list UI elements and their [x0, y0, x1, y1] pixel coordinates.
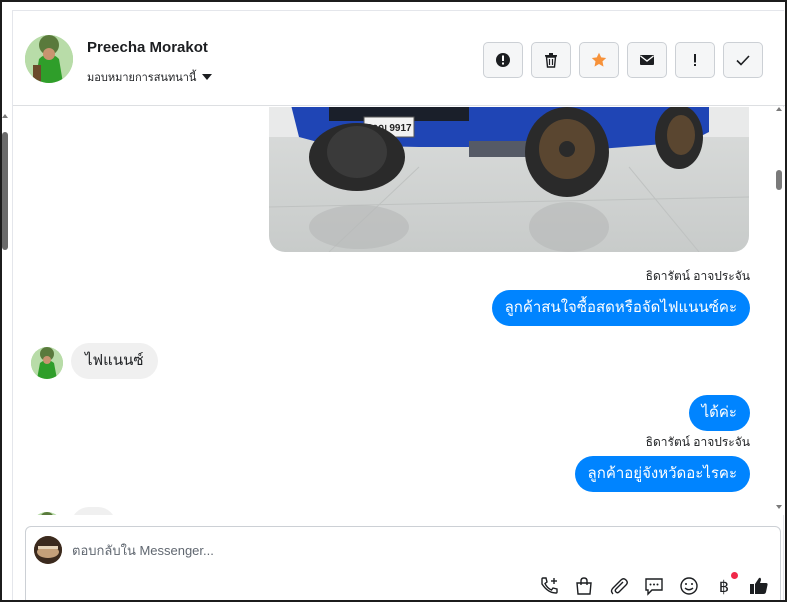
assign-label: มอบหมายการสนทนานี้ [87, 72, 197, 84]
message-thread[interactable]: 8กฌ 9917 ธิดารัตน์ อาจประจัน ลูกค้าสนใจซ… [13, 107, 785, 515]
incoming-message[interactable]: .... [71, 507, 116, 515]
delete-button[interactable] [531, 42, 571, 78]
payment-button[interactable]: ฿ [713, 572, 738, 597]
conversation-header: Preecha Morakot มอบหมายการสนทนานี้ [13, 11, 785, 106]
call-button[interactable] [538, 575, 560, 597]
outgoing-message[interactable]: ลูกค้าสนใจซื้อสดหรือจัดไฟแนนซ์คะ [491, 290, 750, 326]
incoming-message[interactable]: ไฟแนนซ์ [71, 343, 158, 379]
svg-text:฿: ฿ [719, 577, 729, 596]
conversation-panel: Preecha Morakot มอบหมายการสนทนานี้ 8กฌ 9… [12, 10, 785, 600]
checkmark-icon [736, 55, 750, 66]
smiley-icon [680, 577, 698, 595]
caret-down-icon [202, 74, 213, 80]
like-button[interactable] [748, 575, 770, 597]
emoji-button[interactable] [678, 575, 700, 597]
spam-button[interactable] [675, 42, 715, 78]
sender-name: ธิดารัตน์ อาจประจัน [645, 435, 750, 449]
chat-bubble-icon [645, 578, 663, 596]
alert-circle-icon [496, 53, 510, 67]
trash-icon [545, 53, 557, 68]
avatar[interactable] [25, 35, 73, 83]
header-actions [483, 42, 763, 78]
shopping-bag-icon [576, 577, 592, 595]
star-icon [591, 52, 607, 67]
thread-scrollbar[interactable] [775, 105, 783, 515]
avatar[interactable] [31, 347, 63, 379]
star-button[interactable] [579, 42, 619, 78]
reply-input[interactable] [72, 537, 632, 563]
assign-dropdown[interactable]: มอบหมายการสนทนานี้ [87, 68, 213, 86]
composer-tools: ฿ [538, 572, 770, 597]
outgoing-message[interactable]: ได้ค่ะ [688, 395, 750, 431]
notification-dot [731, 572, 738, 579]
thumbs-up-icon [750, 577, 768, 594]
outgoing-message[interactable]: ลูกค้าอยู่จังหวัดอะไรคะ [574, 456, 750, 492]
attach-button[interactable] [608, 575, 630, 597]
car-photo-attachment[interactable]: 8กฌ 9917 [269, 107, 749, 252]
alert-button[interactable] [483, 42, 523, 78]
contact-name[interactable]: Preecha Morakot [87, 39, 208, 56]
app-frame: Preecha Morakot มอบหมายการสนทนานี้ 8กฌ 9… [0, 0, 787, 602]
saved-replies-button[interactable] [643, 575, 665, 597]
sender-name: ธิดารัตน์ อาจประจัน [645, 269, 750, 283]
envelope-icon [640, 55, 654, 65]
mark-unread-button[interactable] [627, 42, 667, 78]
paperclip-icon [610, 578, 628, 595]
avatar[interactable] [31, 512, 63, 515]
baht-icon: ฿ [719, 577, 729, 596]
shop-button[interactable] [573, 575, 595, 597]
mark-done-button[interactable] [723, 42, 763, 78]
page-scrollbar[interactable] [2, 112, 10, 262]
phone-plus-icon [541, 577, 558, 594]
page-avatar [34, 536, 62, 564]
message-composer: ฿ [25, 526, 781, 600]
exclamation-icon [694, 54, 696, 66]
